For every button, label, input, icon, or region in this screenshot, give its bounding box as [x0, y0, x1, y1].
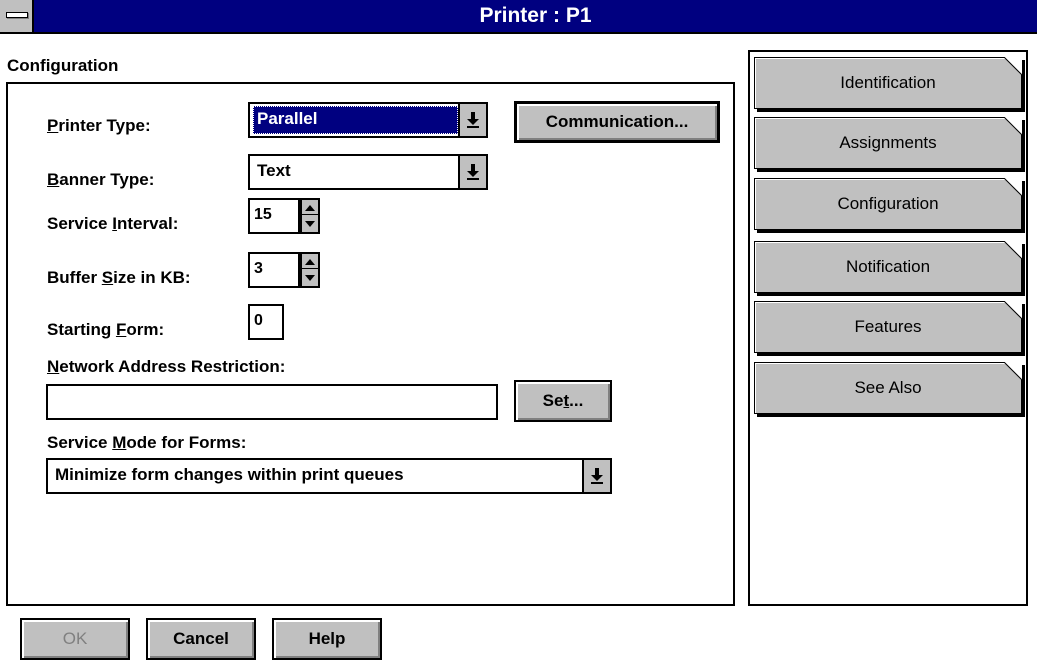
service-mode-label: Service Mode for Forms:	[47, 433, 247, 452]
dropdown-arrow-icon[interactable]	[458, 156, 486, 188]
help-button[interactable]: Help	[272, 618, 382, 660]
network-address-field[interactable]	[46, 384, 498, 420]
banner-type-label: Banner Type:	[47, 170, 155, 189]
tab-configuration[interactable]: Configuration	[754, 178, 1022, 230]
printer-type-combo[interactable]: Parallel	[248, 102, 488, 138]
service-mode-combo[interactable]: Minimize form changes within print queue…	[46, 458, 612, 494]
banner-type-value: Text	[257, 161, 291, 180]
dropdown-arrow-icon[interactable]	[582, 460, 610, 492]
system-menu-icon[interactable]	[0, 0, 34, 32]
dropdown-arrow-icon[interactable]	[458, 104, 486, 136]
communication-button[interactable]: Communication...	[514, 101, 720, 143]
service-interval-label: Service Interval:	[47, 214, 179, 233]
service-interval-field[interactable]: 15	[248, 198, 300, 234]
tab-see-also[interactable]: See Also	[754, 362, 1022, 414]
tab-assignments[interactable]: Assignments	[754, 117, 1022, 169]
printer-type-label: Printer Type:	[47, 116, 151, 135]
spinner-icon[interactable]	[300, 252, 320, 288]
starting-form-label: Starting Form:	[47, 320, 165, 339]
buffer-size-label: Buffer Size in KB:	[47, 268, 191, 287]
spinner-icon[interactable]	[300, 198, 320, 234]
set-button[interactable]: Se t...	[514, 380, 612, 422]
network-address-label: Network Address Restriction:	[47, 357, 286, 376]
service-mode-value: Minimize form changes within print queue…	[55, 465, 404, 484]
group-label: Configuration	[7, 56, 119, 75]
ok-button[interactable]: OK	[20, 618, 130, 660]
cancel-button[interactable]: Cancel	[146, 618, 256, 660]
tab-identification[interactable]: Identification	[754, 57, 1022, 109]
tab-notification[interactable]: Notification	[754, 241, 1022, 293]
banner-type-combo[interactable]: Text	[248, 154, 488, 190]
starting-form-field[interactable]: 0	[248, 304, 284, 340]
title-bar: Printer : P1	[0, 0, 1037, 34]
window-title: Printer : P1	[479, 4, 592, 27]
buffer-size-field[interactable]: 3	[248, 252, 300, 288]
printer-type-value: Parallel	[253, 106, 458, 134]
tab-features[interactable]: Features	[754, 301, 1022, 353]
